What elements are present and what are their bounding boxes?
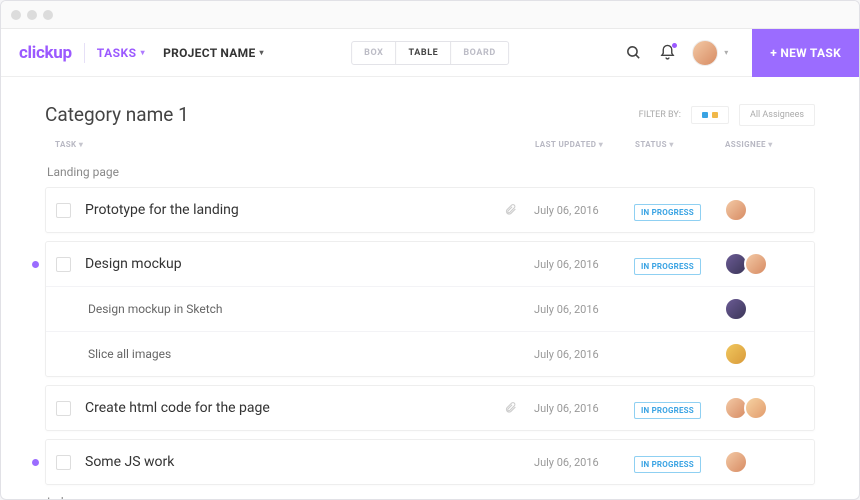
task-row[interactable]: Create html code for the page July 06, 20…: [46, 386, 814, 430]
subtask-row[interactable]: Slice all imagesJuly 06, 2016: [46, 331, 814, 376]
task-assignees: [724, 396, 804, 420]
task-card: Design mockupJuly 06, 2016IN PROGRESSDes…: [45, 241, 815, 377]
nav-tasks-label: TASKS: [97, 46, 137, 60]
task-date: July 06, 2016: [534, 348, 634, 361]
task-title: Prototype for the landing: [85, 202, 504, 218]
task-status: IN PROGRESS: [634, 200, 724, 221]
paperclip-icon[interactable]: [504, 201, 520, 220]
new-task-button[interactable]: + NEW TASK: [752, 29, 859, 77]
subtask-row[interactable]: Design mockup in SketchJuly 06, 2016: [46, 286, 814, 331]
nav-tasks[interactable]: TASKS ▾: [97, 46, 145, 60]
project-dropdown[interactable]: PROJECT NAME ▾: [163, 46, 264, 60]
category-title: Category name 1: [45, 103, 189, 126]
topbar: clickup TASKS ▾ PROJECT NAME ▾ BOX TABLE…: [1, 29, 859, 77]
view-board[interactable]: BOARD: [451, 42, 508, 64]
window-chrome: [1, 1, 859, 29]
task-row[interactable]: Some JS work July 06, 2016IN PROGRESS: [46, 440, 814, 484]
task-date: July 06, 2016: [534, 204, 634, 217]
task-date: July 06, 2016: [534, 456, 634, 469]
task-title: Create html code for the page: [85, 400, 504, 416]
task-row[interactable]: Design mockup July 06, 2016IN PROGRESS: [46, 242, 814, 286]
task-checkbox[interactable]: [56, 203, 71, 218]
status-dot-blue: [702, 112, 708, 118]
task-groups: Landing page Prototype for the landing Jul…: [45, 165, 815, 500]
status-badge[interactable]: IN PROGRESS: [634, 402, 701, 419]
avatar[interactable]: [724, 198, 748, 222]
column-headers: TASK ▾ LAST UPDATED ▾ STATUS ▾ ASSIGNEE …: [45, 140, 815, 155]
avatar[interactable]: [724, 450, 748, 474]
task-checkbox[interactable]: [56, 257, 71, 272]
filter-label: FILTER BY:: [639, 110, 681, 120]
task-date: July 06, 2016: [534, 303, 634, 316]
view-segments: BOX TABLE BOARD: [351, 41, 509, 65]
search-icon[interactable]: [624, 44, 642, 62]
chevron-down-icon: ▾: [260, 48, 264, 57]
unread-dot: [32, 261, 39, 268]
task-date: July 06, 2016: [534, 258, 634, 271]
col-assignee[interactable]: ASSIGNEE ▾: [725, 140, 805, 149]
main-content: Category name 1 FILTER BY: All Assignees…: [1, 77, 859, 500]
task-card: Some JS work July 06, 2016IN PROGRESS: [45, 439, 815, 485]
filter-group: FILTER BY: All Assignees: [639, 104, 815, 126]
task-checkbox[interactable]: [56, 455, 71, 470]
task-assignees: [724, 198, 804, 222]
status-badge[interactable]: IN PROGRESS: [634, 204, 701, 221]
brand-logo[interactable]: clickup: [19, 43, 72, 63]
unread-dot: [32, 459, 39, 466]
col-status[interactable]: STATUS ▾: [635, 140, 725, 149]
task-assignees: [724, 450, 804, 474]
view-table[interactable]: TABLE: [397, 42, 452, 64]
task-title: Design mockup in Sketch: [88, 302, 534, 316]
task-row[interactable]: Prototype for the landing July 06, 2016IN…: [46, 188, 814, 232]
app-window: clickup TASKS ▾ PROJECT NAME ▾ BOX TABLE…: [0, 0, 860, 500]
avatar[interactable]: [724, 297, 748, 321]
task-card: Prototype for the landing July 06, 2016IN…: [45, 187, 815, 233]
task-status: IN PROGRESS: [634, 254, 724, 275]
task-assignees: [724, 342, 804, 366]
task-card: Create html code for the page July 06, 20…: [45, 385, 815, 431]
traffic-light-min[interactable]: [27, 10, 37, 20]
traffic-light-close[interactable]: [11, 10, 21, 20]
status-badge[interactable]: IN PROGRESS: [634, 258, 701, 275]
avatar[interactable]: [744, 252, 768, 276]
avatar[interactable]: [724, 342, 748, 366]
task-date: July 06, 2016: [534, 402, 634, 415]
bell-icon[interactable]: [658, 44, 676, 62]
chevron-down-icon: ▾: [141, 48, 146, 57]
divider: [84, 43, 85, 63]
col-task[interactable]: TASK ▾: [55, 140, 535, 149]
user-menu[interactable]: ▾: [692, 40, 736, 66]
task-title: Design mockup: [85, 256, 504, 272]
task-status: IN PROGRESS: [634, 398, 724, 419]
col-updated[interactable]: LAST UPDATED ▾: [535, 140, 635, 149]
task-title: Slice all images: [88, 347, 534, 361]
avatar[interactable]: [744, 396, 768, 420]
group-label: Index page: [47, 495, 815, 500]
task-status: IN PROGRESS: [634, 452, 724, 473]
view-box[interactable]: BOX: [352, 42, 396, 64]
status-filter[interactable]: [691, 106, 729, 124]
avatar: [692, 40, 718, 66]
task-title: Some JS work: [85, 454, 504, 470]
project-label: PROJECT NAME: [163, 46, 255, 60]
category-header: Category name 1 FILTER BY: All Assignees: [45, 103, 815, 126]
task-assignees: [724, 252, 804, 276]
traffic-light-max[interactable]: [43, 10, 53, 20]
notification-dot: [672, 43, 677, 48]
topbar-right: ▾ + NEW TASK: [624, 29, 859, 76]
assignee-filter[interactable]: All Assignees: [739, 104, 815, 126]
task-assignees: [724, 297, 804, 321]
status-dot-yellow: [712, 112, 718, 118]
assignee-filter-label: All Assignees: [750, 110, 804, 120]
task-checkbox[interactable]: [56, 401, 71, 416]
status-badge[interactable]: IN PROGRESS: [634, 456, 701, 473]
group-label: Landing page: [47, 165, 815, 179]
chevron-down-icon: ▾: [724, 48, 728, 57]
paperclip-icon[interactable]: [504, 399, 520, 418]
